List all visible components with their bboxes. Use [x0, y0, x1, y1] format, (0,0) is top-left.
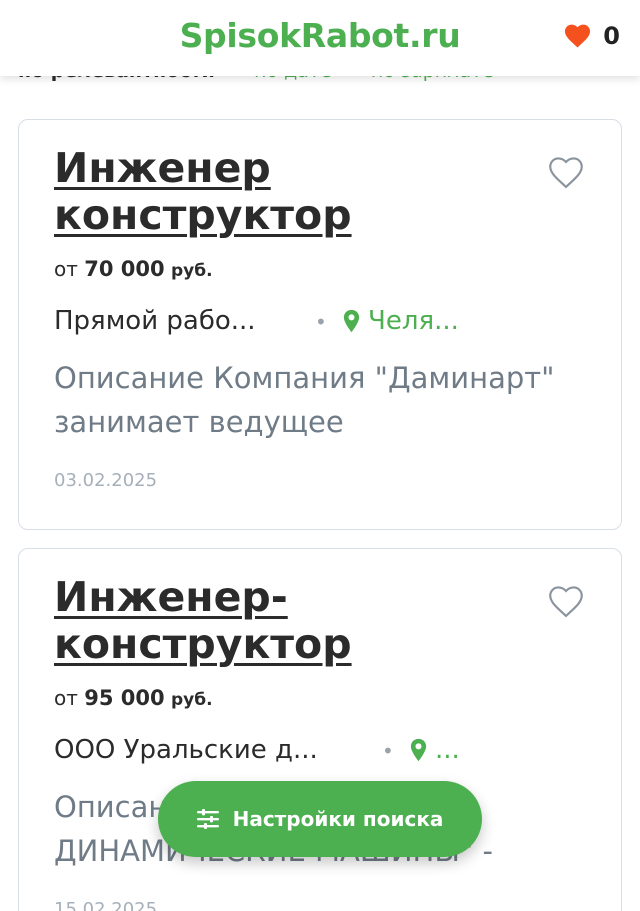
heart-outline-icon[interactable] — [547, 156, 585, 190]
heart-filled-icon — [565, 24, 591, 48]
salary-amount: 70 000 — [84, 257, 165, 281]
vacancy-title[interactable]: Инженер конструктор — [54, 145, 484, 239]
vacancy-card[interactable]: Инженер конструктор от 70 000 руб. Прямо… — [18, 119, 622, 530]
vacancy-title[interactable]: Инженер-конструктор — [54, 574, 484, 668]
salary-currency: руб. — [170, 261, 213, 281]
vacancy-meta: Прямой рабо... • Челя... — [54, 306, 594, 340]
salary-prefix: от — [54, 686, 78, 710]
location-pin-icon — [343, 309, 360, 333]
salary-amount: 95 000 — [84, 686, 165, 710]
vacancy-salary: от 70 000 руб. — [54, 257, 213, 281]
favorites-count: 0 — [603, 22, 620, 50]
salary-prefix: от — [54, 257, 78, 281]
sliders-icon — [196, 809, 219, 829]
heart-outline-icon[interactable] — [547, 585, 585, 619]
vacancy-date: 03.02.2025 — [54, 470, 158, 491]
vacancy-description: Описание Компания "Даминарт" занимает ве… — [54, 361, 555, 439]
salary-currency: руб. — [170, 690, 213, 710]
location-text: Челя... — [368, 306, 459, 336]
meta-separator: • — [382, 739, 394, 763]
search-settings-button[interactable]: Настройки поиска — [158, 781, 482, 857]
vacancy-company: ООО Уральские д... — [54, 735, 318, 765]
vacancy-date: 15.02.2025 — [54, 899, 158, 911]
vacancy-company: Прямой рабо... — [54, 306, 256, 336]
location-text: ... — [435, 735, 460, 765]
vacancy-meta: ООО Уральские д... • ... — [54, 735, 594, 769]
site-header: SpisokRabot.ru 0 — [0, 0, 640, 76]
site-logo[interactable]: SpisokRabot.ru — [0, 16, 640, 55]
favorites-button[interactable]: 0 — [564, 22, 620, 50]
location-pin-icon — [410, 738, 427, 762]
search-settings-label: Настройки поиска — [232, 807, 444, 831]
vacancy-location: Челя... — [343, 306, 459, 336]
meta-separator: • — [315, 310, 327, 334]
vacancy-location: ... — [410, 735, 460, 765]
vacancy-salary: от 95 000 руб. — [54, 686, 213, 710]
